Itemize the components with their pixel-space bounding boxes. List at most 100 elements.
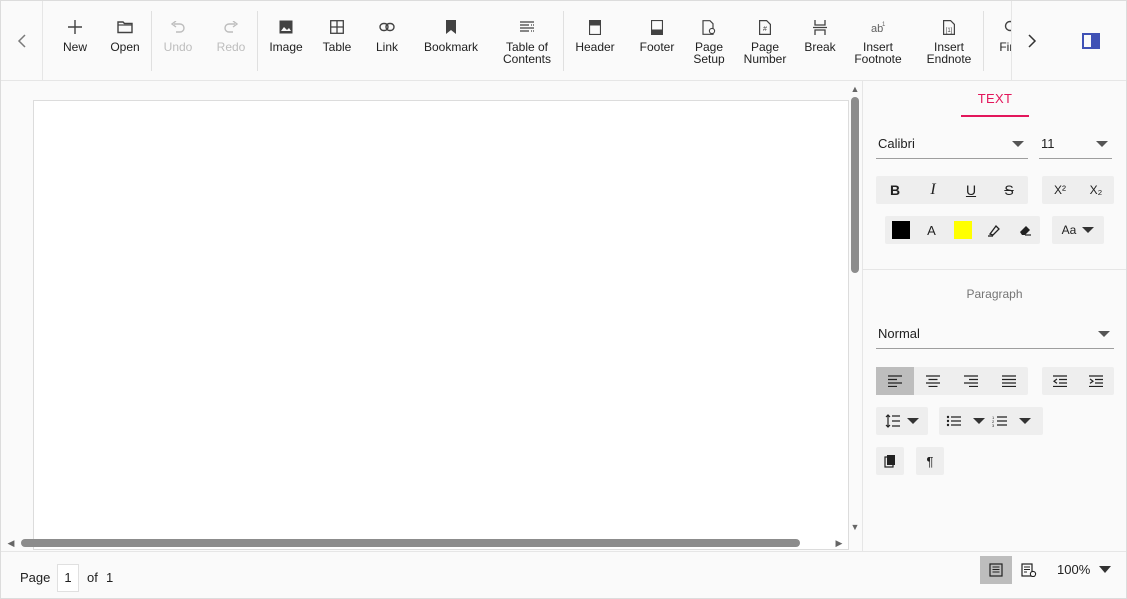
open-button[interactable]: Open (103, 1, 147, 80)
insert-link-button[interactable]: Link (365, 1, 409, 80)
side-panel-icon (1082, 33, 1100, 49)
align-center-button[interactable] (914, 367, 952, 395)
align-left-button[interactable] (876, 367, 914, 395)
insert-footnote-button[interactable]: ab 1 Insert Footnote (847, 1, 909, 80)
break-button-label: Break (804, 40, 836, 54)
header-icon (585, 17, 605, 37)
bookmark-icon (441, 17, 461, 37)
italic-icon: I (930, 181, 936, 198)
new-button[interactable]: New (53, 1, 97, 80)
footnote-icon: ab 1 (868, 17, 888, 37)
show-hide-marks-button[interactable]: ¶ (916, 447, 944, 475)
total-pages: 1 (106, 570, 114, 585)
zoom-dropdown[interactable]: 100% (1057, 562, 1112, 577)
footer-button[interactable]: Footer (633, 1, 681, 80)
svg-text:#: # (763, 26, 767, 33)
chevron-down-icon (1082, 227, 1095, 233)
insert-bookmark-button[interactable]: Bookmark (419, 1, 483, 80)
copy-icon (884, 455, 895, 468)
toc-icon (517, 17, 537, 37)
bullet-list-button[interactable] (939, 407, 969, 435)
page-number-button[interactable]: # Page Number (739, 1, 791, 80)
vertical-scroll-thumb[interactable] (851, 97, 859, 273)
page-label: Page (20, 570, 51, 585)
scroll-down-arrow-icon[interactable]: ▼ (850, 522, 860, 532)
superscript-button[interactable]: X² (1042, 176, 1078, 204)
scroll-left-arrow-icon[interactable]: ◀ (6, 538, 16, 548)
decrease-indent-button[interactable] (1042, 367, 1078, 395)
strikethrough-button[interactable]: S (990, 176, 1028, 204)
paragraph-style-dropdown[interactable]: Normal (876, 319, 1114, 349)
new-button-label: New (62, 40, 87, 54)
italic-button[interactable]: I (914, 176, 952, 204)
section-divider (863, 269, 1126, 270)
superscript-icon: X² (1054, 183, 1066, 197)
redo-button[interactable]: Redo (209, 1, 253, 80)
pilcrow-icon: ¶ (926, 453, 934, 469)
insert-endnote-button[interactable]: [1] Insert Endnote (919, 1, 979, 80)
bold-button[interactable]: B (876, 176, 914, 204)
justify-button[interactable] (990, 367, 1028, 395)
toolbar-scroll-right-button[interactable] (1011, 1, 1051, 80)
properties-pane: TEXT Calibri 11 B I U S X² X₂ A Aa Parag… (863, 81, 1126, 551)
bookmark-button-label: Bookmark (423, 40, 479, 54)
properties-pane-toggle-button[interactable] (1071, 25, 1111, 57)
insert-table-button[interactable]: Table (315, 1, 359, 80)
scroll-up-arrow-icon[interactable]: ▲ (850, 84, 860, 94)
header-button[interactable]: Header (571, 1, 619, 80)
svg-text:1: 1 (882, 22, 886, 28)
underline-button[interactable]: U (952, 176, 990, 204)
current-page-input[interactable]: 1 (57, 564, 79, 592)
link-icon (377, 17, 397, 37)
change-case-button[interactable]: Aa (1052, 216, 1104, 244)
footer-icon (647, 17, 667, 37)
color-group: A (885, 216, 1040, 244)
horizontal-scroll-thumb[interactable] (21, 539, 800, 547)
subscript-icon: X₂ (1089, 183, 1103, 197)
highlight-swatch-button[interactable] (947, 216, 978, 244)
svg-text:3: 3 (992, 423, 995, 427)
tab-text[interactable]: TEXT (961, 89, 1029, 117)
font-color-button[interactable]: A (916, 216, 947, 244)
undo-button[interactable]: Undo (156, 1, 200, 80)
insert-image-button[interactable]: Image (264, 1, 308, 80)
font-family-dropdown[interactable]: Calibri (876, 129, 1028, 159)
font-size-dropdown[interactable]: 11 (1039, 129, 1112, 159)
svg-text:[1]: [1] (946, 28, 953, 34)
web-layout-button[interactable] (1014, 556, 1044, 584)
numbered-list-dropdown-icon[interactable] (1019, 418, 1031, 424)
bullet-list-dropdown-icon[interactable] (973, 418, 985, 424)
numbered-list-button[interactable]: 123 (985, 407, 1015, 435)
chevron-down-icon (1096, 141, 1108, 147)
font-size-value: 11 (1041, 136, 1055, 151)
toolbar-separator (983, 11, 984, 71)
chevron-left-icon (17, 33, 26, 48)
increase-indent-button[interactable] (1078, 367, 1114, 395)
page-setup-button[interactable]: Page Setup (685, 1, 733, 80)
horizontal-scrollbar[interactable]: ◀ ▶ (1, 536, 849, 550)
line-spacing-button[interactable] (876, 407, 928, 435)
page-number-icon: # (755, 17, 775, 37)
scroll-right-arrow-icon[interactable]: ▶ (834, 538, 844, 548)
undo-icon (168, 17, 188, 37)
document-page[interactable] (33, 100, 849, 550)
align-right-button[interactable] (952, 367, 990, 395)
vertical-scrollbar[interactable]: ▲ ▼ (848, 81, 862, 536)
of-label: of (87, 570, 98, 585)
justify-icon (1002, 375, 1016, 387)
toolbar-scroll-left-button[interactable] (1, 1, 43, 80)
highlight-button[interactable] (978, 216, 1009, 244)
paste-format-button[interactable] (876, 447, 904, 475)
subscript-button[interactable]: X₂ (1078, 176, 1114, 204)
break-button[interactable]: Break (797, 1, 843, 80)
plus-icon (65, 17, 85, 37)
print-layout-button[interactable] (980, 556, 1012, 584)
decrease-indent-icon (1052, 375, 1067, 387)
find-button[interactable]: Find (989, 1, 1011, 80)
insert-toc-button[interactable]: Table of Contents (495, 1, 559, 80)
font-family-value: Calibri (878, 136, 915, 151)
font-color-swatch-button[interactable] (885, 216, 916, 244)
chevron-down-icon (1099, 566, 1112, 573)
clear-format-button[interactable] (1009, 216, 1040, 244)
chevron-down-icon (1098, 331, 1110, 337)
